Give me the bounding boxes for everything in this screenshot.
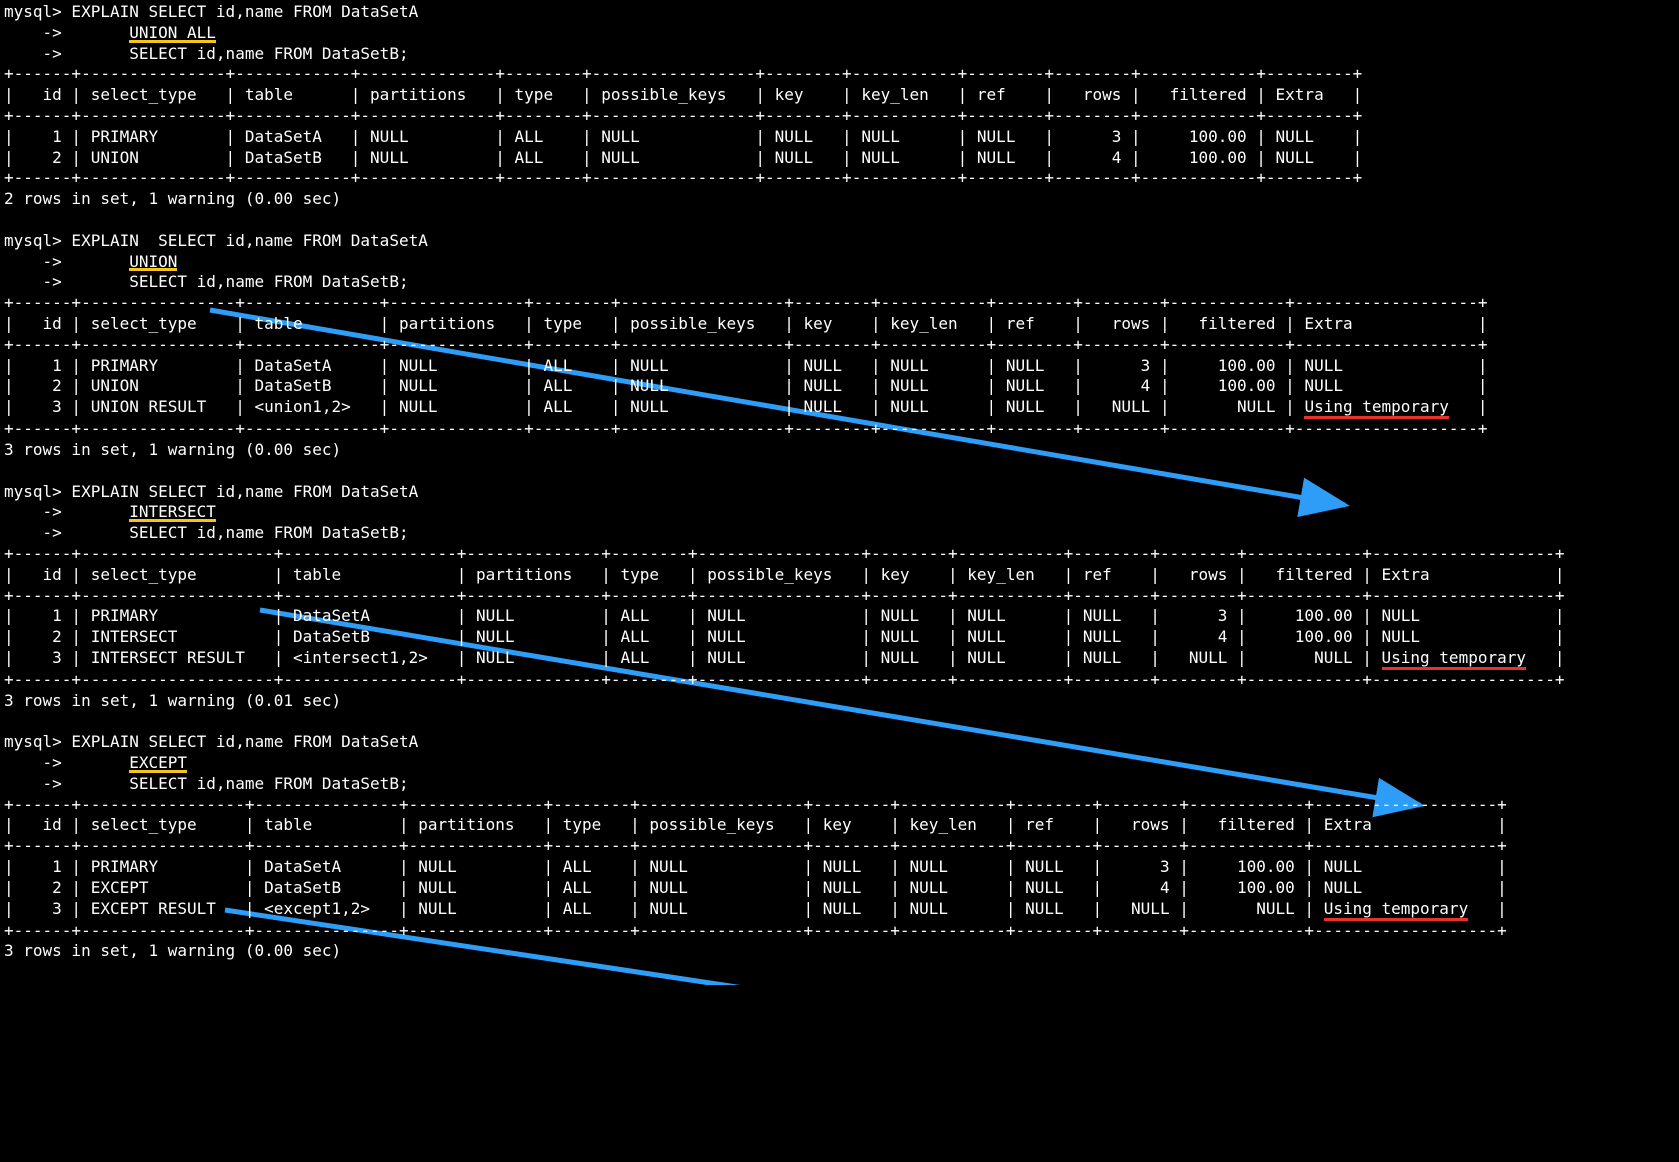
set-op-keyword: UNION [129, 256, 177, 272]
using-temporary-flag: Using temporary [1304, 399, 1449, 419]
set-op-keyword: UNION ALL [129, 27, 216, 43]
set-op-keyword: EXCEPT [129, 757, 187, 773]
terminal-output: mysql> EXPLAIN SELECT id,name FROM DataS… [0, 0, 1679, 985]
using-temporary-flag: Using temporary [1382, 650, 1527, 670]
set-op-keyword: INTERSECT [129, 506, 216, 522]
using-temporary-flag: Using temporary [1324, 901, 1469, 921]
